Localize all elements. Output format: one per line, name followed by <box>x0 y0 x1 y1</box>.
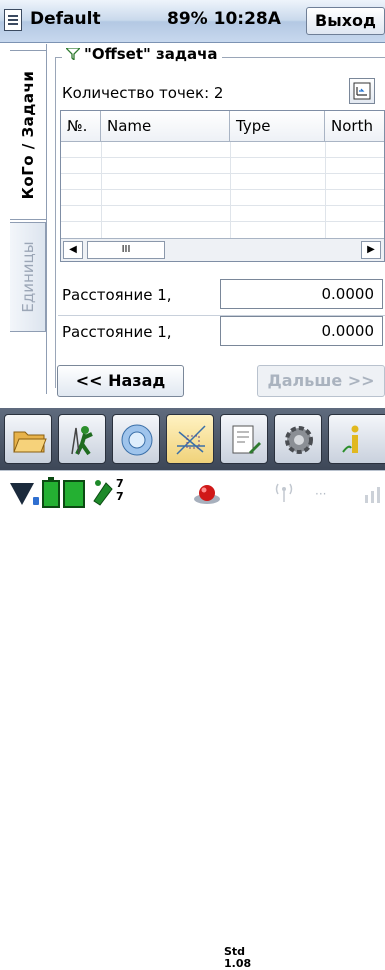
precision-value: 1.08 <box>224 957 252 970</box>
survey-icon <box>71 426 93 456</box>
grid-line <box>61 221 384 222</box>
tab-units-label: Единицы <box>18 241 37 313</box>
survey-button[interactable] <box>58 414 106 464</box>
satellite-count: 7 7 <box>116 477 124 503</box>
export-button[interactable] <box>349 78 375 104</box>
app-title: Default <box>30 9 101 29</box>
distance-1-input[interactable]: 0.0000 <box>220 279 383 309</box>
column-header-number[interactable]: №. <box>61 111 101 142</box>
app-toolbar <box>0 408 385 470</box>
scroll-thumb[interactable]: III <box>87 241 165 259</box>
tab-divider <box>46 44 47 394</box>
start-menu-icon[interactable] <box>4 9 22 31</box>
grid-line <box>61 157 384 158</box>
column-header-north[interactable]: North <box>325 111 384 142</box>
notes-icon <box>232 425 261 454</box>
grid-line <box>325 142 326 238</box>
satellite-count-a: 7 <box>116 477 124 490</box>
device-icon <box>10 483 39 505</box>
satellite-count-b: 7 <box>116 490 124 503</box>
column-header-name[interactable]: Name <box>101 111 230 142</box>
map-view-icon <box>121 424 153 456</box>
grid-line <box>61 189 384 190</box>
help-button[interactable] <box>328 414 385 464</box>
precision-label: Std <box>224 945 246 958</box>
status-bar: 7 7 Std 1.08 ··· <box>0 470 385 970</box>
points-count: Количество точек: 2 <box>62 84 224 102</box>
precision-readout: Std 1.08 <box>224 946 251 970</box>
grid-line <box>101 142 102 238</box>
notes-button[interactable] <box>220 414 268 464</box>
grid-line <box>230 142 231 238</box>
battery-clock-status: 89% 10:28A <box>167 9 281 29</box>
distance-1-label: Расстояние 1, <box>62 286 172 304</box>
distance-2-label: Расстояние 1, <box>62 323 172 341</box>
horizontal-scrollbar[interactable]: ◀ III ▶ <box>61 238 384 261</box>
satellite-icon <box>93 480 113 506</box>
open-job-button[interactable] <box>4 414 52 464</box>
tab-cogo-tasks-label: КоГо / Задачи <box>19 70 37 200</box>
battery-icon <box>42 477 85 508</box>
tab-cogo-tasks[interactable]: КоГо / Задачи <box>10 50 46 220</box>
tab-units[interactable]: Единицы <box>10 222 46 332</box>
next-button[interactable]: Дальше >> <box>257 365 385 397</box>
filter-icon <box>66 48 80 60</box>
distance-2-input[interactable]: 0.0000 <box>220 316 383 346</box>
grid-line <box>61 205 384 206</box>
grid-line <box>61 173 384 174</box>
cogo-icon <box>176 425 206 455</box>
signal-bars-icon <box>365 487 380 503</box>
ellipsis-indicator: ··· <box>315 487 327 501</box>
scroll-right-button[interactable]: ▶ <box>361 241 381 259</box>
export-icon <box>353 82 371 100</box>
cogo-button[interactable] <box>166 414 214 464</box>
points-table[interactable]: №. Name Type North ◀ III ▶ <box>60 110 385 262</box>
group-title: "Offset" задача <box>62 45 222 63</box>
map-view-button[interactable] <box>112 414 160 464</box>
help-icon <box>342 425 359 453</box>
radio-icon <box>275 483 293 502</box>
settings-icon <box>285 426 313 454</box>
group-title-text: "Offset" задача <box>84 45 218 63</box>
scroll-left-button[interactable]: ◀ <box>63 241 83 259</box>
settings-button[interactable] <box>274 414 322 464</box>
title-bar: Default 89% 10:28A Выход <box>0 0 385 43</box>
exit-button[interactable]: Выход <box>306 7 385 35</box>
column-header-type[interactable]: Type <box>230 111 325 142</box>
back-button[interactable]: << Назад <box>57 365 184 397</box>
record-led-icon <box>194 485 220 504</box>
folder-icon <box>13 431 47 453</box>
